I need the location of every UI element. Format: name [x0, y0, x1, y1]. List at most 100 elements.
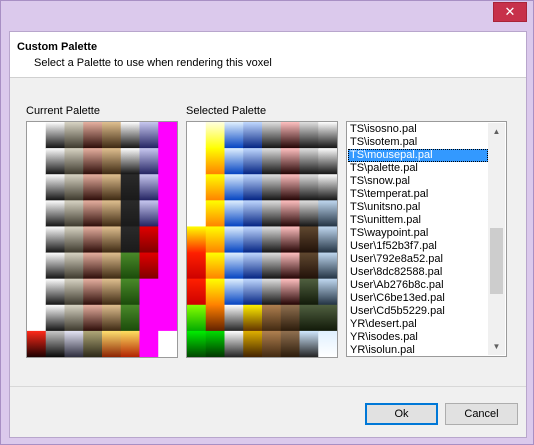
palette-swatch-block [139, 174, 159, 201]
palette-list-item[interactable]: User\Cd5b5229.pal [348, 305, 488, 318]
palette-swatch-block [187, 252, 207, 280]
palette-swatch-block [243, 122, 263, 149]
palette-swatch-block [205, 174, 225, 201]
palette-list-item[interactable]: YR\desert.pal [348, 318, 488, 331]
palette-swatch-block [45, 200, 65, 227]
palette-swatch-block [64, 304, 84, 332]
palette-swatch-block [299, 148, 319, 175]
palette-swatch-block [224, 200, 244, 227]
palette-swatch-block [243, 200, 263, 227]
palette-list-item[interactable]: TS\unitsno.pal [348, 201, 488, 214]
palette-list-item[interactable]: TS\isotem.pal [348, 136, 488, 149]
palette-swatch-block [27, 122, 47, 149]
palette-swatch-block [27, 148, 47, 175]
palette-swatch-block [158, 148, 177, 175]
palette-list-item[interactable]: TS\palette.pal [348, 162, 488, 175]
palette-swatch-block [64, 278, 84, 306]
palette-swatch-block [120, 304, 140, 332]
current-palette-label: Current Palette [26, 105, 100, 117]
scroll-down-icon[interactable]: ▼ [488, 338, 505, 355]
palette-swatch-block [139, 330, 159, 357]
palette-swatch-block [83, 148, 103, 175]
palette-swatch-block [280, 148, 300, 175]
palette-swatch-block [139, 148, 159, 175]
palette-swatch-block [120, 330, 140, 357]
palette-swatch-block [45, 122, 65, 149]
palette-list-item[interactable]: YR\isodes.pal [348, 331, 488, 344]
palette-swatch-block [280, 122, 300, 149]
palette-swatch-block [64, 252, 84, 280]
palette-swatch-block [102, 278, 122, 306]
palette-list-item[interactable]: User\792e8a52.pal [348, 253, 488, 266]
palette-list-item[interactable]: TS\snow.pal [348, 175, 488, 188]
palette-swatch-block [27, 174, 47, 201]
palette-swatch-block [318, 278, 337, 306]
palette-swatch-block [318, 226, 337, 254]
palette-list-item[interactable]: TS\waypoint.pal [348, 227, 488, 240]
palette-list-item[interactable]: User\8dc82588.pal [348, 266, 488, 279]
palette-swatch-block [64, 148, 84, 175]
scroll-up-icon[interactable]: ▲ [488, 123, 505, 140]
palette-swatch-block [262, 252, 282, 280]
scroll-thumb[interactable] [490, 228, 503, 294]
palette-swatch-block [83, 174, 103, 201]
selected-palette-label: Selected Palette [186, 105, 267, 117]
palette-swatch-block [318, 174, 337, 201]
palette-swatch-block [64, 200, 84, 227]
palette-swatch-block [120, 148, 140, 175]
palette-list-item[interactable]: User\Ab276b8c.pal [348, 279, 488, 292]
palette-swatch-block [158, 330, 177, 357]
dialog-window: ✕ Custom Palette Select a Palette to use… [0, 0, 534, 445]
palette-swatch-block [139, 304, 159, 332]
palette-swatch-block [45, 226, 65, 254]
current-palette-view [26, 121, 178, 358]
ok-button[interactable]: Ok [365, 403, 438, 425]
palette-swatch-block [187, 278, 207, 306]
cancel-button[interactable]: Cancel [445, 403, 518, 425]
palette-swatch-block [299, 122, 319, 149]
palette-swatch-block [299, 174, 319, 201]
palette-swatch-block [158, 304, 177, 332]
palette-swatch-block [205, 148, 225, 175]
palette-swatch-block [299, 304, 319, 332]
palette-listbox[interactable]: TS\isosno.pal TS\isotem.pal TS\mousepal.pa… [346, 121, 507, 357]
palette-swatch-block [27, 226, 47, 254]
palette-swatch-block [187, 174, 207, 201]
palette-swatch-block [139, 226, 159, 254]
palette-swatch-block [27, 278, 47, 306]
dialog-client-area: Custom Palette Select a Palette to use w… [9, 31, 527, 438]
palette-swatch-block [102, 174, 122, 201]
palette-swatch-block [224, 252, 244, 280]
palette-swatch-block [120, 122, 140, 149]
vertical-scrollbar[interactable]: ▲ ▼ [488, 123, 505, 355]
palette-swatch-block [83, 278, 103, 306]
palette-swatch-block [64, 226, 84, 254]
palette-swatch-block [64, 122, 84, 149]
close-button[interactable]: ✕ [493, 2, 527, 22]
palette-swatch-block [158, 122, 177, 149]
palette-swatch-block [224, 278, 244, 306]
palette-swatch-block [45, 304, 65, 332]
palette-swatch-block [280, 330, 300, 357]
palette-swatch-block [120, 226, 140, 254]
palette-swatch-block [64, 174, 84, 201]
dialog-title: Custom Palette [17, 41, 98, 53]
dialog-header: Custom Palette Select a Palette to use w… [10, 32, 526, 78]
palette-swatch-block [27, 304, 47, 332]
palette-swatch-block [280, 226, 300, 254]
palette-swatch-block [45, 330, 65, 357]
palette-swatch-block [102, 122, 122, 149]
palette-list-item[interactable]: TS\isosno.pal [348, 123, 488, 136]
palette-swatch-block [280, 304, 300, 332]
palette-swatch-block [187, 226, 207, 254]
palette-swatch-block [205, 278, 225, 306]
palette-list-item[interactable]: TS\unittem.pal [348, 214, 488, 227]
palette-list-item[interactable]: TS\mousepal.pal [348, 149, 488, 162]
current-palette-swatches [27, 122, 177, 357]
palette-list-item[interactable]: YR\isolun.pal [348, 344, 488, 356]
palette-list-item[interactable]: TS\temperat.pal [348, 188, 488, 201]
palette-swatch-block [243, 148, 263, 175]
palette-list-item[interactable]: User\C6be13ed.pal [348, 292, 488, 305]
palette-list-item[interactable]: User\1f52b3f7.pal [348, 240, 488, 253]
palette-swatch-block [224, 304, 244, 332]
